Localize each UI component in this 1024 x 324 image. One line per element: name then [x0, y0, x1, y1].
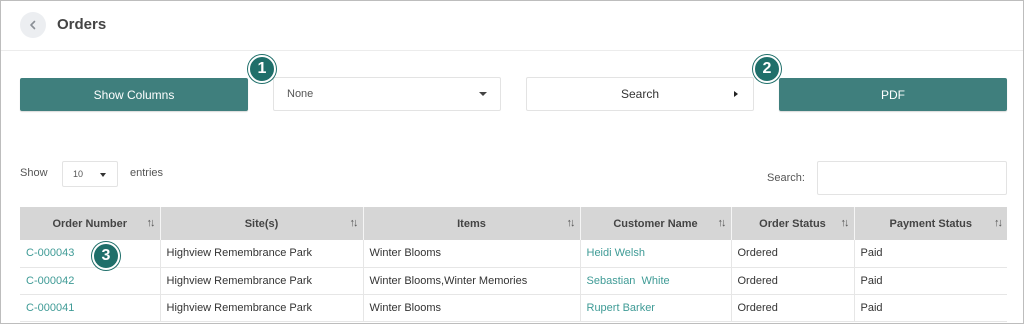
order-status-cell: Ordered — [731, 294, 855, 322]
column-header-items[interactable]: Items ↑↓ — [363, 207, 581, 240]
customer-name-link[interactable]: Sebastian White — [587, 275, 670, 287]
entries-length-value: 10 — [73, 169, 84, 179]
order-number-link[interactable]: C-000041 — [26, 302, 74, 314]
payment-status-cell: Paid — [854, 267, 1007, 295]
items-cell: Winter Blooms — [363, 294, 581, 322]
caret-down-icon — [479, 92, 487, 96]
site-cell: Highview Remembrance Park — [160, 267, 364, 295]
column-select-value: None — [287, 88, 314, 100]
sort-arrows-icon: ↑↓ — [566, 217, 576, 229]
column-header-sites[interactable]: Site(s) ↑↓ — [160, 207, 364, 240]
sort-arrows-icon: ↑↓ — [994, 217, 1003, 229]
order-number-link[interactable]: C-000043 — [26, 247, 74, 259]
table-row: C-000041 Highview Remembrance Park Winte… — [20, 294, 1007, 322]
table-row: C-000043 Highview Remembrance Park Winte… — [20, 240, 1007, 268]
payment-status-cell: Paid — [854, 240, 1007, 268]
entries-label: entries — [130, 167, 164, 179]
sort-arrows-icon: ↑↓ — [349, 217, 359, 229]
entries-length-select[interactable]: 10 — [62, 161, 118, 187]
column-header-customer-name[interactable]: Customer Name ↑↓ — [580, 207, 732, 240]
payment-status-cell: Paid — [854, 294, 1007, 322]
show-label: Show — [20, 167, 48, 179]
callout-badge-2: 2 — [753, 55, 781, 83]
show-columns-button[interactable]: Show Columns — [20, 78, 248, 111]
pdf-button[interactable]: PDF — [779, 78, 1007, 111]
customer-name-link[interactable]: Heidi Welsh — [587, 247, 646, 259]
caret-down-icon — [100, 173, 106, 177]
site-cell: Highview Remembrance Park — [160, 294, 364, 322]
items-cell: Winter Blooms,Winter Memories — [363, 267, 581, 295]
column-header-order-number[interactable]: Order Number ↑↓ — [20, 207, 161, 240]
search-button[interactable]: Search — [526, 77, 754, 111]
page-header: Orders — [1, 1, 1023, 51]
orders-page: Orders Show Columns None Search PDF 1 2 … — [0, 0, 1024, 324]
order-status-cell: Ordered — [731, 267, 855, 295]
sort-arrows-icon: ↑↓ — [717, 217, 727, 229]
page-title: Orders — [57, 16, 107, 33]
sort-arrows-icon: ↑↓ — [146, 217, 156, 229]
table-search-input[interactable] — [817, 161, 1007, 195]
table-search-label: Search: — [767, 172, 805, 184]
table-row: C-000042 Highview Remembrance Park Winte… — [20, 267, 1007, 295]
callout-badge-1: 1 — [248, 55, 276, 83]
table-header-row: Order Number ↑↓ Site(s) ↑↓ Items ↑↓ Custome… — [20, 207, 1007, 240]
order-status-cell: Ordered — [731, 240, 855, 268]
customer-name-link[interactable]: Rupert Barker — [587, 302, 655, 314]
column-header-payment-status[interactable]: Payment Status ↑↓ — [854, 207, 1007, 240]
caret-right-icon — [734, 91, 738, 97]
site-cell: Highview Remembrance Park — [160, 240, 364, 268]
search-button-label: Search — [620, 87, 660, 101]
sort-arrows-icon: ↑↓ — [840, 217, 850, 229]
orders-table: Order Number ↑↓ Site(s) ↑↓ Items ↑↓ Custome… — [20, 207, 1007, 322]
order-number-link[interactable]: C-000042 — [26, 275, 74, 287]
column-header-order-status[interactable]: Order Status ↑↓ — [731, 207, 855, 240]
back-button[interactable] — [20, 12, 46, 38]
callout-badge-3: 3 — [92, 242, 120, 270]
items-cell: Winter Blooms — [363, 240, 581, 268]
column-select[interactable]: None — [273, 77, 501, 111]
chevron-left-icon — [30, 20, 36, 30]
